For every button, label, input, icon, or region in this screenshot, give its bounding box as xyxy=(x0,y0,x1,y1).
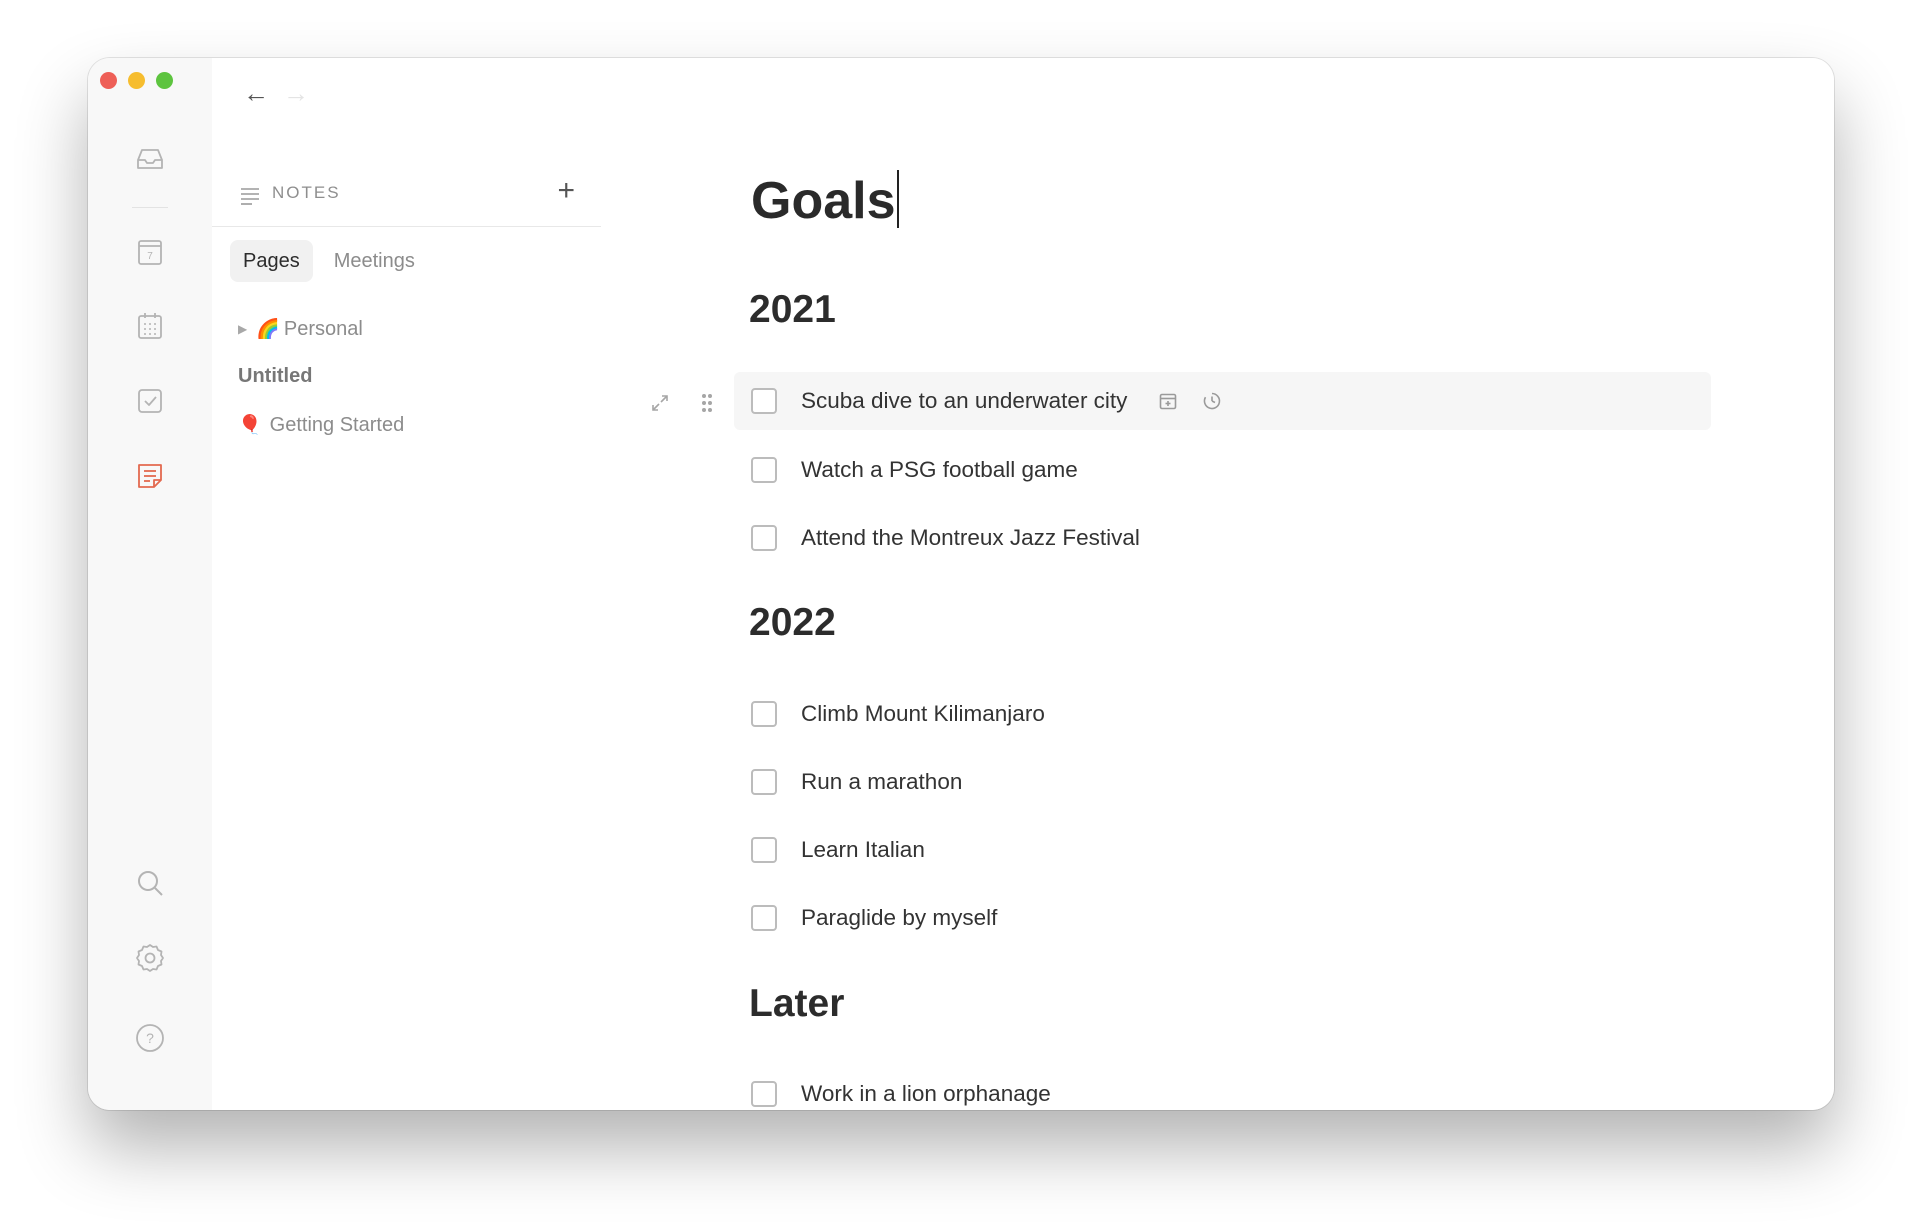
task-item: Climb Mount Kilimanjaro xyxy=(751,697,1045,731)
task-checkbox[interactable] xyxy=(751,388,777,414)
task-checkbox[interactable] xyxy=(751,457,777,483)
section-heading[interactable]: 2021 xyxy=(749,288,836,332)
tab-pages[interactable]: Pages xyxy=(230,240,313,282)
task-item: Scuba dive to an underwater city xyxy=(751,384,1225,418)
notes-header: NOTES + xyxy=(212,170,601,227)
app-sidebar: 7 ? xyxy=(88,58,213,1110)
page-label: Untitled xyxy=(238,365,313,387)
rainbow-icon: 🌈 xyxy=(256,319,280,340)
tasks-checkbox-icon[interactable] xyxy=(133,384,167,418)
notes-panel: ← → NOTES + Pages Meetings ▶ 🌈 Personal … xyxy=(212,58,602,1110)
task-text[interactable]: Run a marathon xyxy=(801,769,962,795)
page-item-getting-started[interactable]: 🎈 Getting Started xyxy=(238,413,404,437)
close-window-button[interactable] xyxy=(100,72,117,89)
today-calendar-icon[interactable]: 7 xyxy=(133,235,167,269)
task-checkbox[interactable] xyxy=(751,837,777,863)
task-text[interactable]: Climb Mount Kilimanjaro xyxy=(801,701,1045,727)
notes-icon[interactable] xyxy=(133,459,167,493)
task-checkbox[interactable] xyxy=(751,701,777,727)
task-text[interactable]: Attend the Montreux Jazz Festival xyxy=(801,525,1140,551)
task-checkbox[interactable] xyxy=(751,525,777,551)
task-checkbox[interactable] xyxy=(751,769,777,795)
section-heading[interactable]: Later xyxy=(749,982,844,1026)
notes-header-label: NOTES xyxy=(272,183,341,202)
calendar-icon[interactable] xyxy=(133,309,167,343)
forward-arrow-icon[interactable]: → xyxy=(281,78,311,108)
task-text[interactable]: Work in a lion orphanage xyxy=(801,1081,1051,1107)
task-item: Learn Italian xyxy=(751,833,925,867)
task-item: Attend the Montreux Jazz Festival xyxy=(751,521,1140,555)
back-arrow-icon[interactable]: ← xyxy=(241,78,271,108)
minimize-window-button[interactable] xyxy=(128,72,145,89)
task-item: Watch a PSG football game xyxy=(751,453,1078,487)
page-item-personal[interactable]: ▶ 🌈 Personal xyxy=(238,317,363,341)
rail-divider xyxy=(132,207,168,208)
tab-meetings[interactable]: Meetings xyxy=(321,240,428,282)
task-item: Work in a lion orphanage xyxy=(751,1077,1051,1110)
svg-text:?: ? xyxy=(146,1030,154,1046)
calendar-day-number: 7 xyxy=(147,251,153,262)
drag-handle-icon[interactable] xyxy=(697,390,717,416)
window-controls xyxy=(100,72,173,89)
inbox-icon[interactable] xyxy=(133,142,167,176)
task-checkbox[interactable] xyxy=(751,905,777,931)
task-item: Paraglide by myself xyxy=(751,901,997,935)
document-editor[interactable]: Goals 2021 Scuba dive to an underwater c… xyxy=(601,58,1834,1110)
list-lines-icon xyxy=(241,188,259,205)
page-item-untitled[interactable]: Untitled xyxy=(238,365,312,388)
text-caret xyxy=(896,170,899,228)
help-icon[interactable]: ? xyxy=(133,1021,167,1055)
notes-tabs: Pages Meetings xyxy=(230,240,428,282)
task-text[interactable]: Paraglide by myself xyxy=(801,905,997,931)
page-label: Personal xyxy=(283,317,363,340)
balloon-icon: 🎈 xyxy=(238,415,262,436)
task-text[interactable]: Learn Italian xyxy=(801,837,925,863)
settings-gear-icon[interactable] xyxy=(133,941,167,975)
expand-icon[interactable] xyxy=(647,390,673,416)
task-text[interactable]: Scuba dive to an underwater city xyxy=(801,388,1127,414)
section-heading[interactable]: 2022 xyxy=(749,601,836,645)
zoom-window-button[interactable] xyxy=(156,72,173,89)
schedule-date-icon[interactable] xyxy=(1155,388,1181,414)
add-note-button[interactable]: + xyxy=(557,176,575,206)
time-estimate-icon[interactable] xyxy=(1199,388,1225,414)
expand-triangle-icon[interactable]: ▶ xyxy=(238,322,247,336)
search-icon[interactable] xyxy=(133,866,167,900)
page-title[interactable]: Goals xyxy=(751,170,899,231)
task-item: Run a marathon xyxy=(751,765,962,799)
task-checkbox[interactable] xyxy=(751,1081,777,1107)
task-actions xyxy=(1155,388,1225,414)
task-text[interactable]: Watch a PSG football game xyxy=(801,457,1078,483)
page-label: Getting Started xyxy=(269,413,405,436)
app-window: 7 ? ← → NOTES + Pages Meetings ▶ 🌈 Perso… xyxy=(88,58,1834,1110)
